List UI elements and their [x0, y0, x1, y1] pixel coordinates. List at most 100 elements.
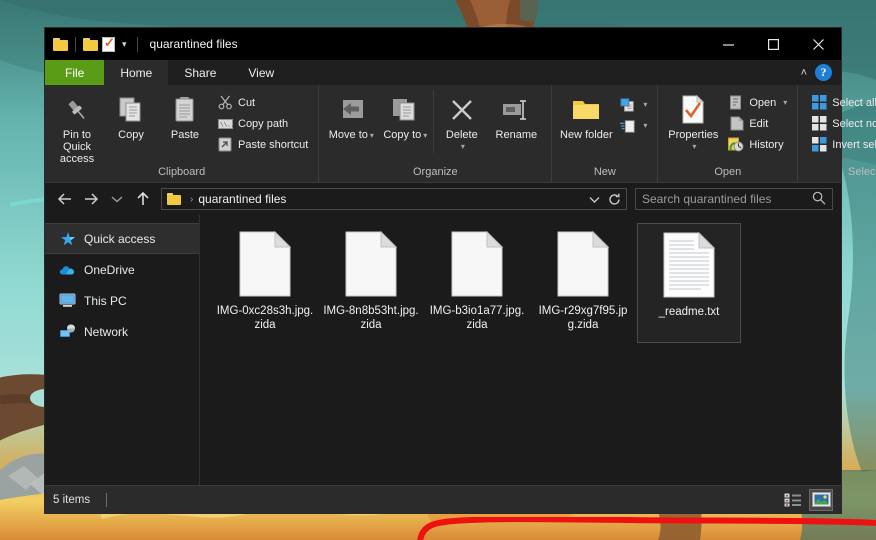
delete-button[interactable]: Delete ▾ [433, 90, 485, 153]
copy-path-label: Copy path [238, 117, 289, 130]
recent-locations-button[interactable] [105, 187, 129, 211]
back-button[interactable] [53, 187, 77, 211]
delete-caret-icon[interactable]: ▾ [461, 141, 465, 153]
history-label: History [749, 138, 784, 151]
ribbon-group-organize: Move to ▾ Copy to ▾ Delete ▾ Rename Orga… [319, 85, 553, 182]
sidebar-item-label: Quick access [84, 231, 156, 246]
close-button[interactable] [796, 28, 841, 60]
list-item[interactable]: IMG-r29xg7f95.jpg.zida [531, 223, 635, 343]
paste-shortcut-button[interactable]: Paste shortcut [213, 134, 312, 155]
sidebar-item-this-pc[interactable]: This PC [45, 285, 199, 316]
file-name: IMG-0xc28s3h.jpg.zida [216, 305, 314, 331]
invert-selection-label: Invert selection [832, 138, 876, 151]
select-none-icon [811, 116, 827, 132]
svg-text:\\..: \\.. [220, 121, 233, 128]
up-button[interactable] [131, 187, 155, 211]
properties-button[interactable]: Properties ▾ [664, 90, 722, 153]
properties-icon[interactable] [102, 35, 115, 52]
move-to-button[interactable]: Move to ▾ [325, 90, 377, 142]
paste-label: Paste [170, 129, 200, 141]
forward-button[interactable] [79, 187, 103, 211]
sidebar-item-onedrive[interactable]: OneDrive [45, 254, 199, 285]
ribbon-group-label-new: New [593, 166, 616, 178]
copy-to-button[interactable]: Copy to ▾ [379, 90, 431, 142]
new-item-caret-icon[interactable]: ▾ [643, 100, 647, 109]
tab-share[interactable]: Share [168, 60, 232, 85]
text-document-icon [663, 231, 716, 298]
customize-toolbar-dropdown-icon[interactable]: ▾ [119, 39, 130, 49]
copy-button[interactable]: Copy [105, 90, 157, 141]
properties-caret-icon[interactable]: ▾ [692, 141, 696, 153]
large-icons-view-button[interactable] [809, 488, 833, 511]
help-icon[interactable]: ? [815, 64, 832, 81]
copy-to-label: Copy to ▾ [383, 129, 428, 141]
sidebar-item-quick-access[interactable]: Quick access [45, 223, 199, 254]
history-button[interactable]: History [724, 134, 791, 155]
list-item[interactable]: _readme.txt [637, 223, 741, 343]
select-all-button[interactable]: Select all [807, 92, 876, 113]
ribbon-group-label-open: Open [714, 166, 742, 178]
new-folder-label: New folder [560, 129, 613, 141]
list-item[interactable]: IMG-8n8b53ht.jpg.zida [319, 223, 423, 343]
file-list-pane[interactable]: IMG-0xc28s3h.jpg.zida IMG-8n8b53ht.jpg.z… [200, 215, 876, 540]
edit-label: Edit [749, 117, 769, 130]
collapse-ribbon-icon[interactable]: ˄ [801, 67, 807, 79]
open-small-commands: Open ▾ Edit History [724, 90, 791, 155]
pin-to-quick-access-button[interactable]: Pin to Quick access [51, 90, 103, 165]
folder-icon-2[interactable] [83, 37, 98, 51]
monitor-icon [59, 292, 76, 309]
rename-button[interactable]: Rename [487, 90, 545, 141]
refresh-icon[interactable] [605, 189, 624, 209]
open-icon [728, 95, 744, 111]
tab-home[interactable]: Home [104, 60, 169, 85]
title-bar: ▾ quarantined files [45, 28, 841, 60]
ribbon-right-controls: ˄ ? [801, 60, 841, 85]
select-none-button[interactable]: Select none [807, 113, 876, 134]
paste-icon [173, 94, 197, 126]
clipboard-small-commands: Cut \\.. Copy path Paste shortcut [213, 90, 312, 155]
tab-view[interactable]: View [232, 60, 290, 85]
invert-selection-button[interactable]: Invert selection [807, 134, 876, 155]
properties-label: Properties [668, 129, 719, 141]
sidebar-item-network[interactable]: Network [45, 316, 199, 347]
address-bar[interactable]: › quarantined files [161, 188, 627, 210]
cloud-icon [59, 261, 76, 278]
ribbon-group-label-organize: Organize [413, 166, 458, 178]
search-icon[interactable] [812, 191, 826, 208]
paste-button[interactable]: Paste [159, 90, 211, 141]
easy-access-caret-icon[interactable]: ▾ [643, 121, 647, 130]
ribbon-group-new: New folder ▾ ▾ New [552, 85, 659, 182]
edit-button[interactable]: Edit [724, 113, 791, 134]
new-small-commands: ▾ ▾ [616, 90, 651, 136]
list-item[interactable]: IMG-0xc28s3h.jpg.zida [213, 223, 317, 343]
explorer-body: Quick access OneDrive This PC Network IM… [45, 215, 876, 540]
rename-label: Rename [495, 129, 538, 141]
folder-icon [167, 193, 181, 205]
file-name: IMG-r29xg7f95.jpg.zida [538, 305, 628, 331]
delete-icon [449, 94, 475, 126]
new-item-button[interactable]: ▾ [616, 94, 651, 115]
list-item[interactable]: IMG-b3io1a77.jpg.zida [425, 223, 529, 343]
select-small-commands: Select all Select none [807, 90, 876, 155]
open-button[interactable]: Open ▾ [724, 92, 791, 113]
details-view-button[interactable] [781, 489, 805, 511]
move-to-icon [337, 94, 365, 126]
ribbon: Pin to Quick access Copy Paste Cut \\.. … [45, 85, 876, 183]
cut-button[interactable]: Cut [213, 92, 312, 113]
minimize-button[interactable] [706, 28, 751, 60]
tab-file[interactable]: File [45, 60, 105, 85]
copy-path-button[interactable]: \\.. Copy path [213, 113, 312, 134]
copy-to-icon [391, 94, 419, 126]
item-count: 5 items [53, 493, 91, 506]
maximize-button[interactable] [751, 28, 796, 60]
easy-access-icon [620, 118, 636, 134]
search-input[interactable]: Search quarantined files [635, 188, 833, 210]
open-caret-icon[interactable]: ▾ [783, 98, 787, 107]
easy-access-button[interactable]: ▾ [616, 115, 651, 136]
breadcrumb[interactable]: quarantined files [198, 192, 286, 206]
new-folder-button[interactable]: New folder [558, 90, 614, 141]
toolbar-divider-2 [136, 36, 138, 52]
folder-icon-1[interactable] [53, 37, 68, 51]
new-folder-icon [571, 94, 601, 126]
history-dropdown-icon[interactable] [585, 189, 604, 209]
